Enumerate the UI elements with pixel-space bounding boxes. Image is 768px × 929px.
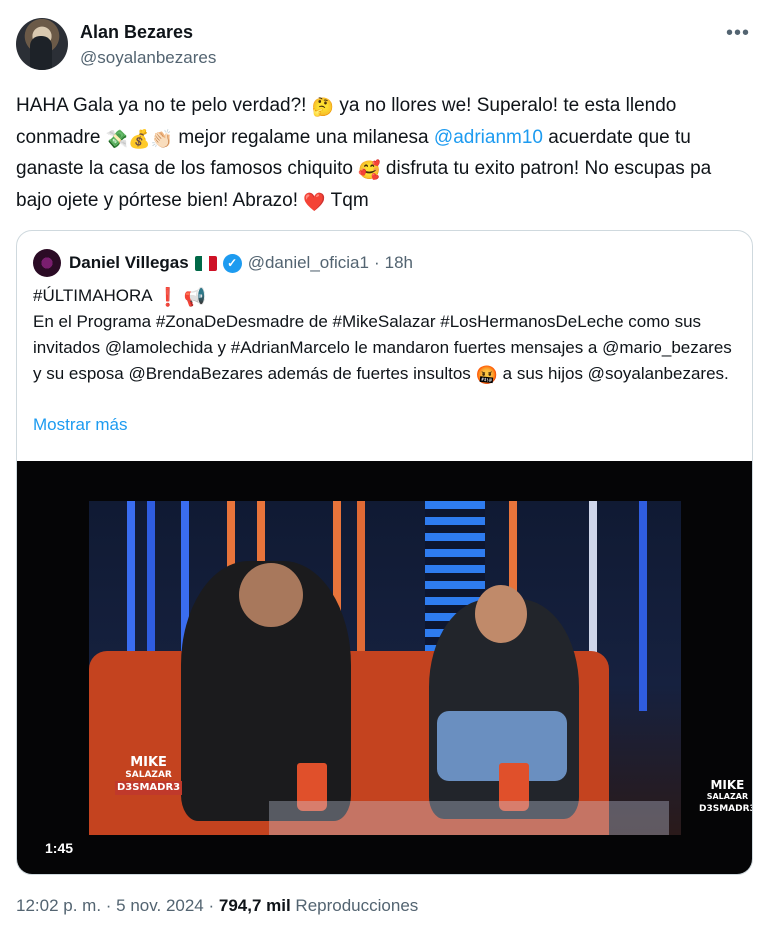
logo-text: MIKE (710, 778, 745, 792)
money-with-wings-emoji: 💸 (105, 128, 129, 149)
quoted-author-handle[interactable]: @daniel_oficia1 (248, 253, 369, 273)
megaphone-emoji: 📢 (183, 287, 207, 307)
tweet-text: HAHA Gala ya no te pelo verdad?! 🤔 ya no… (16, 90, 752, 216)
tweet-metadata: 12:02 p. m. · 5 nov. 2024 · 794,7 mil Re… (16, 896, 418, 916)
views-count[interactable]: 794,7 mil (219, 896, 291, 915)
tweet-text-segment: HAHA Gala ya no te pelo verdad?! (16, 95, 312, 116)
quoted-text: #ÚLTIMAHORA ❗ 📢 En el Programa #ZonaDeDe… (33, 283, 733, 387)
show-more-link[interactable]: Mostrar más (33, 415, 127, 435)
logo-text: D3SMADR3 (115, 781, 183, 795)
verified-badge-icon: ✓ (222, 253, 242, 273)
tweet-time[interactable]: 12:02 p. m. (16, 896, 101, 915)
separator-dot: · (203, 896, 219, 915)
quoted-text-segment: #ÚLTIMAHORA (33, 286, 157, 305)
more-options-icon[interactable]: ••• (726, 22, 750, 45)
tweet-text-segment: Tqm (325, 189, 369, 211)
quoted-avatar[interactable] (33, 249, 61, 277)
glass-table (269, 801, 669, 835)
quoted-author-name[interactable]: Daniel Villegas (69, 253, 189, 273)
money-bag-emoji: 💰 (128, 128, 151, 149)
separator-dot: · (373, 253, 380, 272)
video-frame: MIKE SALAZAR D3SMADR3 (89, 501, 681, 835)
author-name[interactable]: Alan Bezares (80, 22, 193, 43)
quoted-tweet-header: Daniel Villegas ✓ @daniel_oficia1 · 18h (33, 249, 413, 277)
stage-light (639, 501, 647, 711)
show-logo-right: MIKE SALAZAR D3SMADR3 (699, 778, 753, 815)
clapping-hands-emoji: 👏🏻 (150, 128, 174, 149)
exclamation-emoji: ❗ (156, 287, 179, 307)
avatar[interactable] (16, 18, 68, 70)
mexico-flag-icon (194, 255, 217, 271)
logo-text: SALAZAR (125, 770, 172, 780)
thinking-face-emoji: 🤔 (311, 97, 335, 117)
quoted-text-segment: a sus hijos @soyalanbezares. (497, 364, 729, 383)
smiling-face-hearts-emoji: 🥰 (358, 160, 381, 180)
quoted-tweet[interactable]: Daniel Villegas ✓ @daniel_oficia1 · 18h … (16, 230, 753, 875)
video-player[interactable]: MIKE SALAZAR D3SMADR3 MIKE SALAZAR D3SMA… (17, 461, 752, 874)
show-logo-left: MIKE SALAZAR D3SMADR3 (115, 755, 183, 795)
red-heart-emoji: ❤️ (303, 191, 326, 212)
tweet-header: Alan Bezares @soyalanbezares ••• (16, 16, 752, 72)
quoted-time[interactable]: 18h (385, 253, 413, 273)
logo-text: SALAZAR (706, 792, 749, 801)
mention-link[interactable]: @adrianm10 (434, 127, 543, 148)
author-handle[interactable]: @soyalanbezares (80, 48, 216, 68)
logo-text: D3SMADR3 (699, 804, 753, 814)
guest-right-head (475, 585, 527, 643)
tweet-date[interactable]: 5 nov. 2024 (116, 896, 204, 915)
separator-dot: · (101, 896, 117, 915)
video-duration: 1:45 (45, 840, 74, 856)
logo-text: MIKE (130, 755, 167, 770)
views-label: Reproducciones (290, 896, 419, 915)
angry-face-emoji: 🤬 (475, 365, 498, 385)
tweet-text-segment: mejor regalame una milanesa (173, 126, 434, 148)
guest-left-head (239, 563, 303, 627)
